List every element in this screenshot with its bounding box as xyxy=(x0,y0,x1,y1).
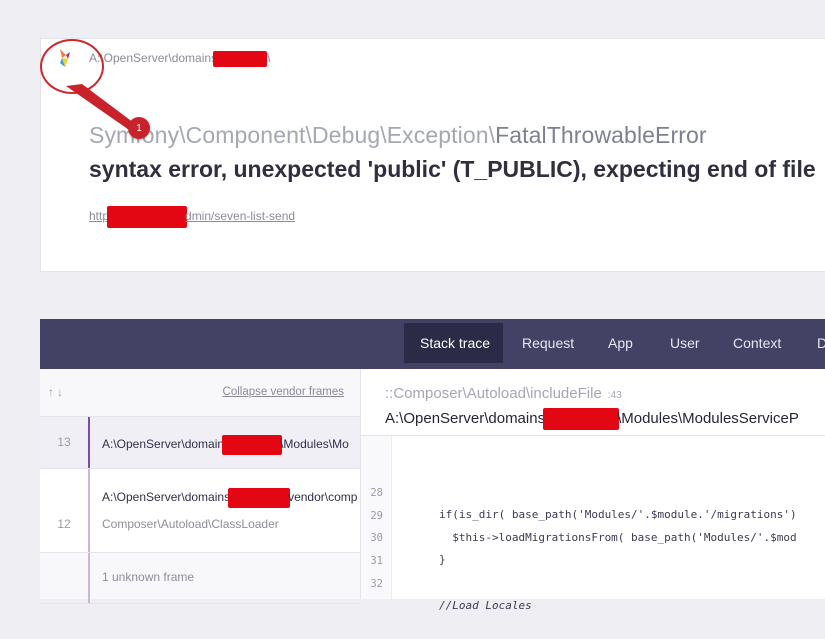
unknown-frames-item[interactable]: 1 unknown frame xyxy=(40,553,360,604)
annotation-badge: 1 xyxy=(128,117,150,139)
tab-context[interactable]: Context xyxy=(717,323,797,363)
tab-debug[interactable]: D xyxy=(801,323,825,363)
line-source: //Load Locales xyxy=(439,599,532,612)
frame-file-prefix: A:\OpenServer\domain xyxy=(102,437,225,452)
code-file-path[interactable]: A:\OpenServer\domains \Modules\ModulesSer… xyxy=(385,408,799,430)
code-file-prefix[interactable]: A:\OpenServer\domains xyxy=(385,410,545,427)
code-file-suffix[interactable]: \Modules\ModulesServiceP xyxy=(617,410,799,427)
code-line: 28 if(is_dir( base_path('Modules/'.$modu… xyxy=(361,460,796,521)
frame-indicator xyxy=(88,417,90,468)
code-view-header: ::Composer\Autoload\includeFile :43 A:\Op… xyxy=(361,369,825,436)
frame-number: 13 xyxy=(57,435,71,449)
function-name: ::Composer\Autoload\includeFile :43 xyxy=(385,385,622,402)
line-source: } xyxy=(439,553,446,566)
tab-bar: Stack trace Request App User Context D xyxy=(40,319,825,369)
tab-stack-trace[interactable]: Stack trace xyxy=(404,323,503,363)
frames-list: ↑↓ Collapse vendor frames 13 A:\OpenServ… xyxy=(40,369,361,604)
frame-item[interactable]: 13 A:\OpenServer\domain \Modules\Mo xyxy=(40,417,360,469)
function-name-text: ::Composer\Autoload\includeFile xyxy=(385,385,602,402)
collapse-vendor-frames-button[interactable]: Collapse vendor frames xyxy=(223,386,344,398)
frame-file-prefix: A:\OpenServer\domains xyxy=(102,490,231,505)
line-source: if(is_dir( base_path('Modules/'.$module.… xyxy=(439,508,797,521)
frame-file-suffix: \Modules\Mo xyxy=(280,437,349,452)
code-line: 32 //Load Locales xyxy=(361,551,531,612)
line-number-badge: :43 xyxy=(607,390,622,401)
redaction-mark xyxy=(228,488,291,508)
frame-item[interactable]: 12 A:\OpenServer\domains vendor\comp Comp… xyxy=(40,469,360,553)
tab-app[interactable]: App xyxy=(592,323,649,363)
frames-list-header: ↑↓ Collapse vendor frames xyxy=(40,369,360,417)
frame-file: A:\OpenServer\domain \Modules\Mo xyxy=(102,435,349,455)
tab-request[interactable]: Request xyxy=(506,323,590,363)
frame-indicator xyxy=(88,469,90,552)
sort-arrows-icon[interactable]: ↑↓ xyxy=(48,385,66,399)
redaction-mark xyxy=(222,435,283,455)
frame-number: 12 xyxy=(57,517,71,531)
frame-class: Composer\Autoload\ClassLoader xyxy=(102,517,279,531)
tab-user[interactable]: User xyxy=(654,323,716,363)
frame-indicator xyxy=(88,553,90,603)
frame-file-suffix: vendor\comp xyxy=(288,490,358,505)
line-source: $this->loadMigrationsFrom( base_path('Mo… xyxy=(439,531,797,544)
code-line: 30 } xyxy=(361,505,445,566)
redaction-mark xyxy=(543,408,620,430)
frame-file: A:\OpenServer\domains vendor\comp xyxy=(102,488,357,508)
code-line: 31 xyxy=(361,528,401,567)
unknown-frames-label: 1 unknown frame xyxy=(102,570,195,584)
code-snippet: 28 if(is_dir( base_path('Modules/'.$modu… xyxy=(361,436,825,612)
line-number: 32 xyxy=(370,578,383,590)
stack-trace-panel: Stack trace Request App User Context D ↑… xyxy=(40,319,825,612)
code-line: 29 $this->loadMigrationsFrom( base_path(… xyxy=(361,483,796,544)
